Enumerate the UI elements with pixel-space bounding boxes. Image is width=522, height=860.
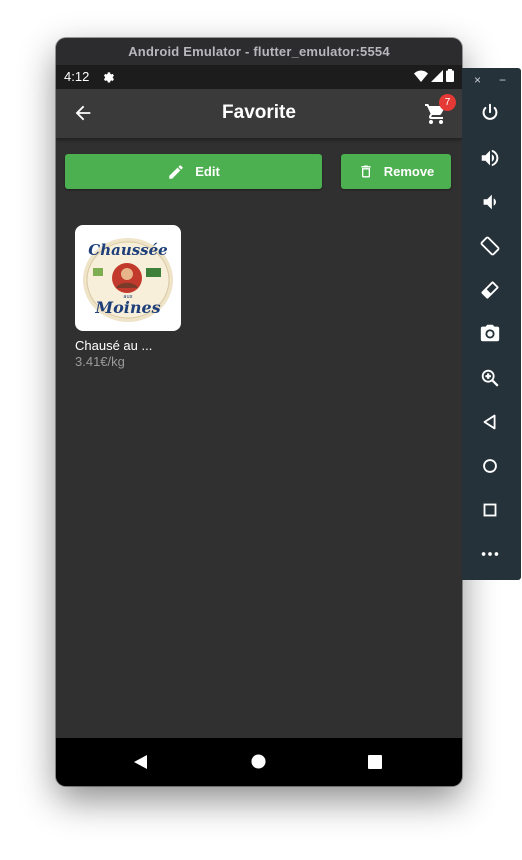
window-title: Android Emulator - flutter_emulator:5554 — [56, 38, 462, 65]
volume-down-icon[interactable] — [479, 191, 501, 213]
power-icon[interactable] — [479, 102, 501, 124]
zoom-icon[interactable] — [479, 367, 501, 389]
toolbar-minimize-button[interactable]: − — [499, 73, 506, 87]
remove-button[interactable]: Remove — [341, 154, 451, 189]
status-time: 4:12 — [64, 69, 90, 84]
favorite-product-card[interactable]: Chaussée aux Moines Chausé au ... 3.41€/… — [75, 225, 185, 369]
signal-icon — [431, 69, 443, 82]
camera-icon[interactable] — [479, 322, 501, 344]
product-image: Chaussée aux Moines — [75, 225, 181, 331]
edit-button-label: Edit — [195, 164, 220, 179]
product-price: 3.41€/kg — [75, 354, 125, 369]
edit-button[interactable]: Edit — [65, 154, 322, 189]
settings-gear-icon — [103, 72, 114, 83]
volume-up-icon[interactable] — [479, 147, 501, 169]
home-icon[interactable] — [479, 455, 501, 477]
rotate-left-icon[interactable] — [479, 235, 501, 257]
more-icon[interactable] — [479, 543, 501, 565]
overview-icon[interactable] — [479, 499, 501, 521]
nav-back-icon[interactable] — [133, 754, 149, 770]
label-text-bottom: Moines — [94, 298, 160, 317]
product-name: Chausé au ... — [75, 338, 153, 353]
phone-screen: 4:12 Favorite 7 Edit Remove Chaussée aux… — [56, 65, 462, 786]
nav-overview-icon[interactable] — [368, 755, 382, 769]
label-text-top: Chaussée — [88, 241, 167, 259]
page-title: Favorite — [222, 102, 296, 123]
battery-icon — [446, 69, 454, 82]
emulator-window: Android Emulator - flutter_emulator:5554… — [56, 38, 462, 786]
emulator-toolbar: × − — [462, 68, 521, 580]
nav-home-icon[interactable] — [251, 754, 266, 769]
cart-count-badge: 7 — [439, 94, 456, 111]
trash-icon — [361, 165, 371, 178]
toolbar-close-button[interactable]: × — [474, 73, 481, 87]
app-bar: Favorite 7 — [56, 89, 462, 138]
rotate-right-icon[interactable] — [479, 279, 501, 301]
status-icons — [414, 69, 454, 82]
pencil-icon — [169, 164, 183, 179]
back-icon[interactable] — [479, 411, 501, 433]
cheese-label-image: Chaussée aux Moines — [83, 238, 173, 322]
android-nav-bar — [56, 738, 462, 786]
status-bar: 4:12 — [56, 65, 462, 89]
remove-button-label: Remove — [383, 164, 435, 179]
wifi-icon — [414, 70, 428, 82]
